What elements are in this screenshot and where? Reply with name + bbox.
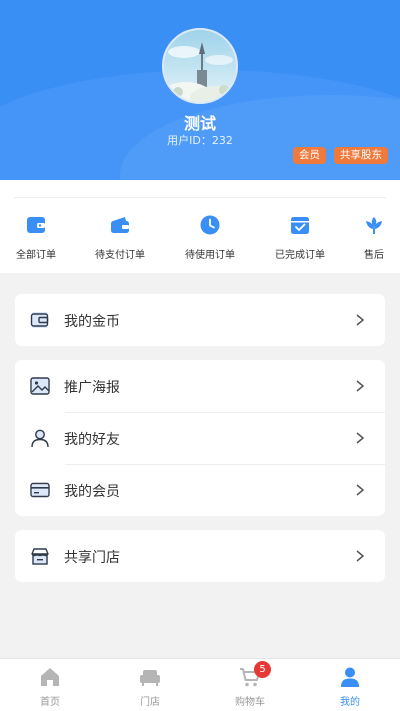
profile-header: 测试 用户ID：232 会员 共享股东 [0, 0, 400, 180]
menu-item-coins[interactable]: 我的金币 [15, 294, 385, 346]
profile-icon [341, 667, 359, 687]
card-icon [30, 482, 50, 498]
chevron-right-icon [356, 484, 365, 496]
order-pending-use[interactable]: 待使用订单 [170, 214, 250, 261]
order-all-label: 全部订单 [16, 250, 56, 261]
menu-label: 我的会员 [64, 484, 120, 500]
menu-item-shared-store[interactable]: 共享门店 [15, 530, 385, 582]
sofa-icon [140, 670, 160, 686]
order-completed-label: 已完成订单 [275, 250, 325, 261]
flower-icon [366, 217, 382, 234]
store-card: 共享门店 [15, 530, 385, 582]
user-id: 用户ID：232 [167, 134, 233, 147]
calendar-check-icon [291, 217, 309, 234]
tab-label: 我的 [340, 697, 360, 708]
tab-label: 门店 [140, 697, 160, 708]
image-icon [30, 377, 50, 395]
menu-label: 共享门店 [64, 550, 120, 566]
divider [14, 197, 386, 198]
order-pending-payment-label: 待支付订单 [95, 250, 145, 261]
store-icon [31, 548, 49, 565]
tab-home[interactable]: 首页 [0, 665, 100, 708]
menu-card: 推广海报 我的好友 我的会员 [15, 360, 385, 516]
chevron-right-icon [356, 550, 365, 562]
tab-mine[interactable]: 我的 [300, 665, 400, 708]
tab-cart[interactable]: 5 购物车 [200, 661, 300, 708]
avatar[interactable] [162, 28, 238, 104]
wallet-open-icon [111, 217, 129, 233]
home-icon [41, 668, 59, 686]
chevron-right-icon [356, 432, 365, 444]
coins-card: 我的金币 [15, 294, 385, 346]
chevron-right-icon [356, 314, 365, 326]
wallet-icon [27, 217, 45, 233]
menu-label: 我的金币 [64, 314, 120, 330]
wallet-outline-icon [30, 312, 49, 328]
menu-item-membership[interactable]: 我的会员 [15, 464, 385, 516]
order-pending-payment[interactable]: 待支付订单 [80, 214, 160, 261]
tab-store[interactable]: 门店 [100, 665, 200, 708]
clock-icon [200, 215, 220, 235]
order-after-sales-label: 售后 [364, 250, 384, 261]
user-icon [31, 429, 49, 448]
orders-section: 全部订单 待支付订单 待使用订单 已完成订单 售后 [0, 180, 400, 273]
username: 测试 [183, 114, 216, 133]
menu-item-friends[interactable]: 我的好友 [15, 412, 385, 464]
menu-label: 推广海报 [64, 380, 120, 396]
tab-label: 首页 [40, 697, 60, 708]
tab-label: 购物车 [235, 697, 265, 708]
order-pending-use-label: 待使用订单 [185, 250, 235, 261]
order-completed[interactable]: 已完成订单 [260, 214, 340, 261]
member-badge[interactable]: 会员 [293, 147, 326, 164]
order-all[interactable]: 全部订单 [0, 214, 76, 261]
order-after-sales[interactable]: 售后 [334, 214, 400, 261]
chevron-right-icon [356, 380, 365, 392]
bottom-tab-bar: 首页 门店 5 购物车 我的 [0, 658, 400, 711]
menu-label: 我的好友 [64, 432, 120, 448]
cart-count-badge: 5 [254, 661, 271, 678]
shareholder-badge[interactable]: 共享股东 [334, 147, 388, 164]
menu-item-poster[interactable]: 推广海报 [15, 360, 385, 412]
